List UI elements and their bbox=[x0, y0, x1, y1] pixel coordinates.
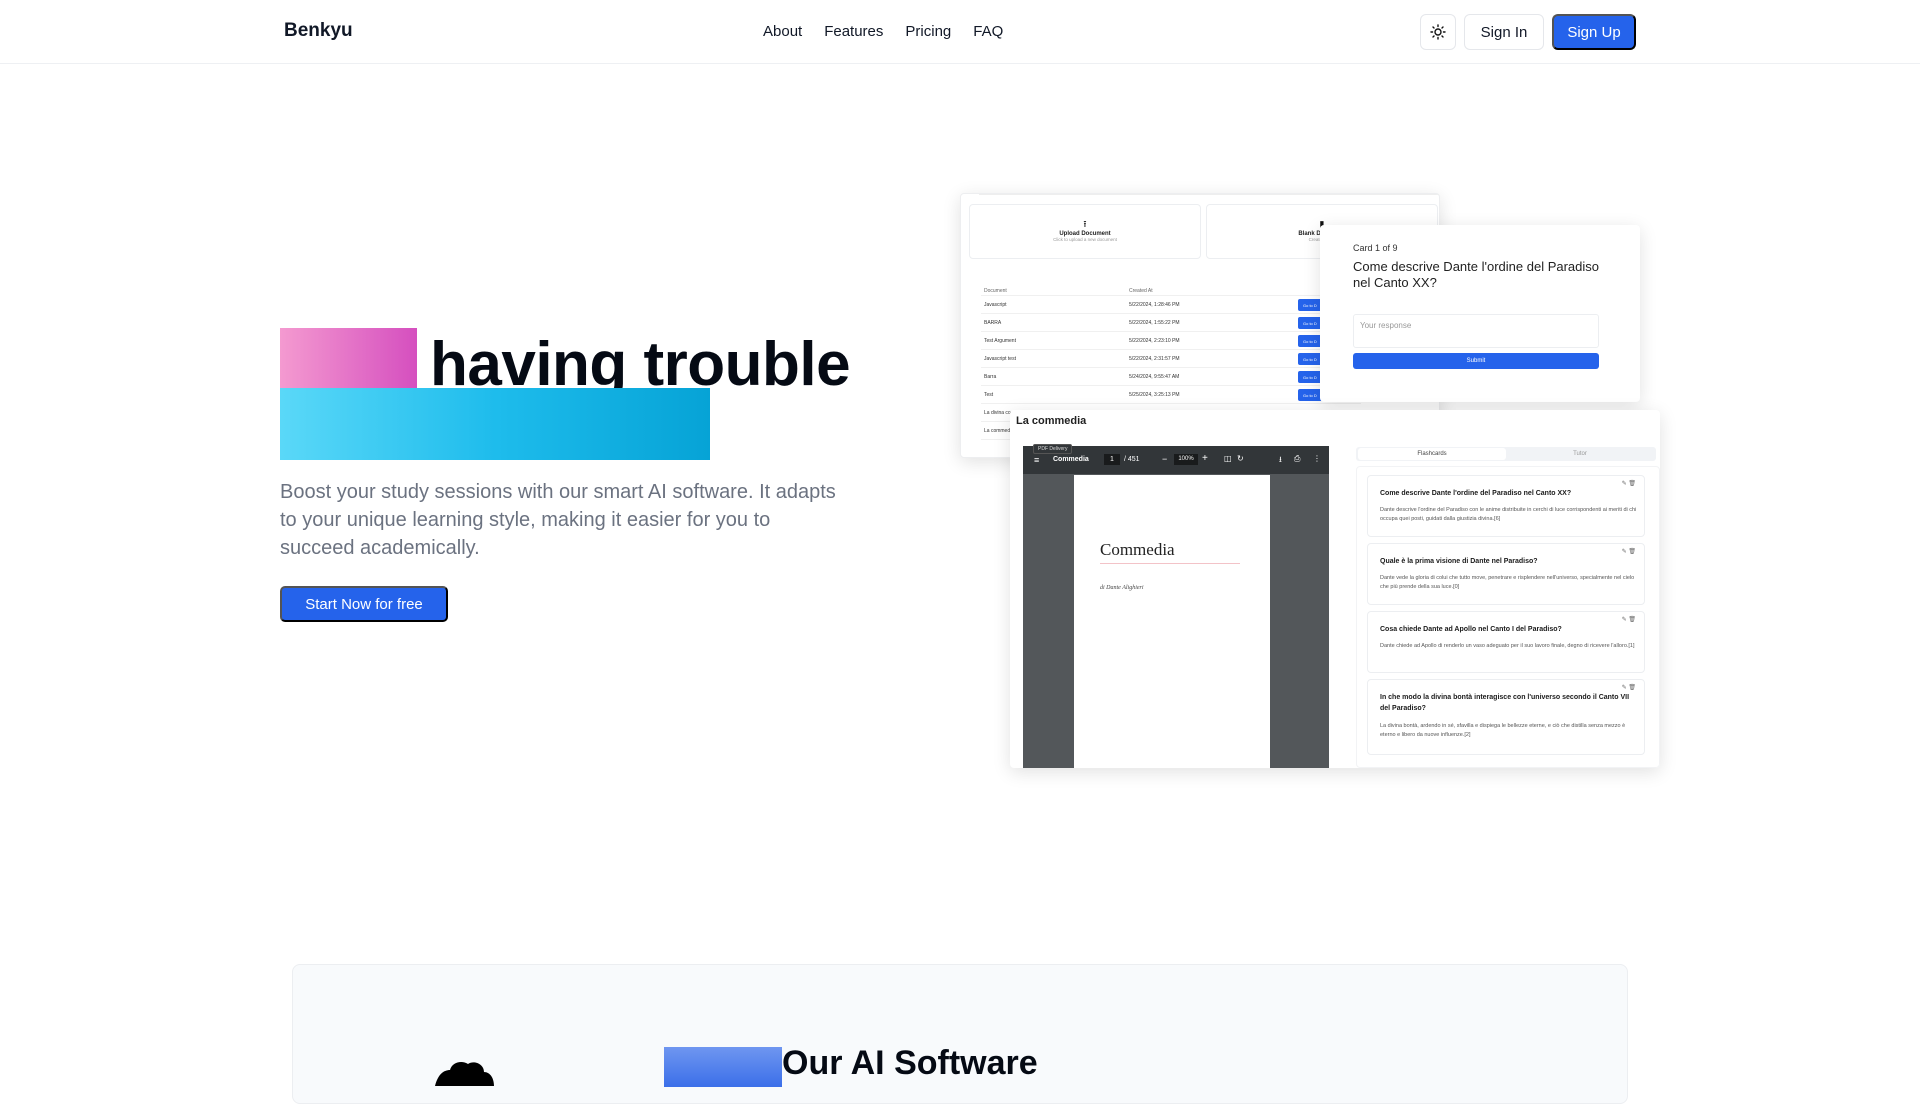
doc-created: 5/22/2024, 2:31:57 PM bbox=[1129, 356, 1180, 362]
table-row: BARRA 5/22/2024, 1:55:22 PM Go to D bbox=[981, 314, 1361, 332]
brand-logo[interactable]: Benkyu bbox=[284, 20, 353, 42]
menu-icon[interactable]: ≡ bbox=[1034, 455, 1039, 465]
start-now-button[interactable]: Start Now for free bbox=[280, 586, 448, 622]
flashcard-item[interactable]: ✎ 🗑 Come descrive Dante l'ordine del Par… bbox=[1367, 475, 1645, 537]
hero-title-wrapper: having trouble bbox=[430, 328, 870, 388]
table-header: Document Created At bbox=[981, 282, 1361, 296]
fit-page-icon[interactable]: ◫ bbox=[1224, 454, 1232, 463]
hero-title: having trouble bbox=[430, 330, 851, 388]
pdf-page-heading: Commedia bbox=[1100, 540, 1175, 559]
flashcard-quiz-preview: Card 1 of 9 Come descrive Dante l'ordine… bbox=[1320, 225, 1640, 402]
pdf-viewer: PDF Delivery ≡ Commedia 1 / 451 − 100% +… bbox=[1023, 444, 1329, 768]
column-header: Created At bbox=[1129, 288, 1153, 294]
tree-illustration-icon bbox=[435, 1062, 494, 1086]
flashcard-question: Come descrive Dante l'ordine del Paradis… bbox=[1380, 490, 1572, 497]
edit-delete-icons[interactable]: ✎ 🗑 bbox=[1622, 684, 1636, 691]
flashcard-answer: Dante vede la gloria di colui che tutto … bbox=[1380, 575, 1635, 590]
doc-name: Test Argument bbox=[984, 338, 1016, 344]
flashcard-answer: Dante chiede ad Apollo di renderlo un va… bbox=[1380, 643, 1635, 649]
pdf-tag: PDF Delivery bbox=[1033, 444, 1073, 454]
theme-toggle-button[interactable] bbox=[1420, 14, 1456, 50]
sign-in-button[interactable]: Sign In bbox=[1464, 14, 1544, 50]
top-navbar: Benkyu About Features Pricing FAQ Sign I… bbox=[0, 0, 1920, 64]
card-question: Come descrive Dante l'ordine del Paradis… bbox=[1353, 259, 1599, 290]
doc-created: 5/22/2024, 2:23:10 PM bbox=[1129, 338, 1180, 344]
sun-icon bbox=[1430, 24, 1446, 40]
sign-up-button[interactable]: Sign Up bbox=[1552, 14, 1636, 50]
page-total: / 451 bbox=[1124, 456, 1140, 463]
submit-button[interactable]: Submit bbox=[1353, 353, 1599, 369]
table-row: Test Argument 5/22/2024, 2:23:10 PM Go to … bbox=[981, 332, 1361, 350]
pdf-page-author: di Dante Alighieri bbox=[1100, 585, 1144, 591]
nav-links: About Features Pricing FAQ bbox=[763, 23, 1025, 40]
pdf-title: Commedia bbox=[1053, 456, 1089, 463]
flashcard-list: ✎ 🗑 Come descrive Dante l'ordine del Par… bbox=[1356, 466, 1660, 768]
table-row: Test 5/25/2024, 3:25:13 PM Go to D bbox=[981, 386, 1361, 404]
flashcard-item[interactable]: ✎ 🗑 In che modo la divina bontà interagi… bbox=[1367, 679, 1645, 755]
doc-created: 5/25/2024, 3:25:13 PM bbox=[1129, 392, 1180, 398]
table-row: Barra 5/24/2024, 9:55:47 AM Go to D bbox=[981, 368, 1361, 386]
zoom-level[interactable]: 100% bbox=[1174, 454, 1198, 465]
upload-document-card[interactable]: ⭱ Upload Document Click to upload a new … bbox=[969, 204, 1201, 259]
flashcard-item[interactable]: ✎ 🗑 Quale è la prima visione di Dante ne… bbox=[1367, 543, 1645, 605]
zoom-in-icon[interactable]: + bbox=[1202, 453, 1208, 464]
flashcard-question: Quale è la prima visione di Dante nel Pa… bbox=[1380, 558, 1538, 565]
hero-pink-block bbox=[280, 328, 417, 388]
feature-title: Our AI Software bbox=[782, 1044, 1038, 1082]
doc-name: BARRA bbox=[984, 320, 1002, 326]
hero-subtitle: Boost your study sessions with our smart… bbox=[280, 481, 836, 559]
rotate-icon[interactable]: ↻ bbox=[1237, 454, 1244, 463]
page-input[interactable]: 1 bbox=[1104, 454, 1120, 465]
divider bbox=[1100, 563, 1240, 564]
zoom-out-icon[interactable]: − bbox=[1162, 454, 1167, 464]
workspace-tabs: Flashcards Tutor bbox=[1356, 447, 1656, 461]
divider bbox=[979, 194, 1439, 195]
pdf-page: Commedia di Dante Alighieri bbox=[1074, 475, 1270, 768]
feature-blue-block bbox=[664, 1047, 782, 1087]
doc-created: 5/24/2024, 9:55:47 AM bbox=[1129, 374, 1180, 380]
doc-name: La commed bbox=[984, 428, 1011, 434]
doc-name: Javascript bbox=[984, 302, 1007, 308]
download-icon[interactable]: ⭳ bbox=[1279, 454, 1282, 468]
table-row: Javascript 5/22/2024, 1:28:46 PM Go to D bbox=[981, 296, 1361, 314]
workspace-title: La commedia bbox=[1016, 415, 1087, 427]
nav-link-about[interactable]: About bbox=[763, 23, 802, 40]
doc-created: 5/22/2024, 1:28:46 PM bbox=[1129, 302, 1180, 308]
tab-flashcards[interactable]: Flashcards bbox=[1358, 448, 1506, 460]
upload-subtitle: Click to upload a new document bbox=[1053, 237, 1117, 242]
print-icon[interactable]: ⎙ bbox=[1294, 454, 1300, 464]
card-counter: Card 1 of 9 bbox=[1353, 243, 1398, 253]
document-workspace-preview: La commedia PDF Delivery ≡ Commedia 1 / … bbox=[1010, 410, 1660, 768]
doc-name: Javascript test bbox=[984, 356, 1016, 362]
table-row: Javascript test 5/22/2024, 2:31:57 PM Go t… bbox=[981, 350, 1361, 368]
flashcard-question: In che modo la divina bontà interagisce … bbox=[1380, 694, 1630, 712]
doc-name: Barra bbox=[984, 374, 997, 380]
response-input[interactable]: Your response bbox=[1353, 314, 1599, 348]
flashcard-question: Cosa chiede Dante ad Apollo nel Canto I … bbox=[1380, 626, 1562, 633]
nav-link-features[interactable]: Features bbox=[824, 23, 883, 40]
upload-icon: ⭱ bbox=[1083, 219, 1087, 229]
doc-name: Test bbox=[984, 392, 994, 398]
pdf-toolbar: PDF Delivery ≡ Commedia 1 / 451 − 100% +… bbox=[1023, 444, 1329, 474]
edit-delete-icons[interactable]: ✎ 🗑 bbox=[1622, 480, 1636, 487]
doc-name: La divina co bbox=[984, 410, 1011, 416]
edit-delete-icons[interactable]: ✎ 🗑 bbox=[1622, 616, 1636, 623]
more-options-icon[interactable]: ⋮ bbox=[1313, 454, 1321, 463]
nav-link-pricing[interactable]: Pricing bbox=[905, 23, 951, 40]
flashcard-answer: Dante descrive l'ordine del Paradiso con… bbox=[1380, 507, 1637, 522]
hero-cyan-block bbox=[280, 388, 710, 460]
flashcard-item[interactable]: ✎ 🗑 Cosa chiede Dante ad Apollo nel Cant… bbox=[1367, 611, 1645, 673]
nav-link-faq[interactable]: FAQ bbox=[973, 23, 1003, 40]
edit-delete-icons[interactable]: ✎ 🗑 bbox=[1622, 548, 1636, 555]
tab-tutor[interactable]: Tutor bbox=[1506, 448, 1654, 460]
doc-created: 5/22/2024, 1:55:22 PM bbox=[1129, 320, 1180, 326]
flashcard-answer: La divina bontà, ardendo in sé, sfavilla… bbox=[1380, 723, 1626, 738]
column-header: Document bbox=[984, 288, 1007, 294]
